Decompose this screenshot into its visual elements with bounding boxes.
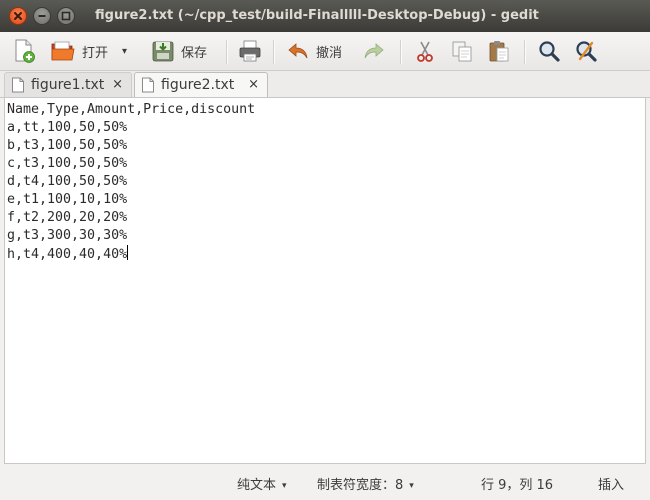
tab-bar: figure1.txt × figure2.txt ×	[0, 71, 650, 98]
cursor-position: 行 9，列 16	[481, 478, 554, 493]
text-editor[interactable]: Name,Type,Amount,Price,discount a,tt,100…	[4, 97, 646, 464]
text-line[interactable]: d,t4,100,50,50%	[7, 173, 127, 191]
printer-icon	[239, 40, 261, 62]
maximize-window-button[interactable]	[57, 7, 75, 25]
open-label: 打开	[82, 45, 109, 61]
tab-width-menu[interactable]: 制表符宽度：8 ▾	[317, 474, 414, 493]
toolbar-separator	[273, 40, 275, 64]
maximize-icon	[61, 11, 71, 21]
new-document-button[interactable]	[12, 38, 36, 64]
open-recent-dropdown[interactable]: ▾	[122, 38, 127, 64]
search-icon	[539, 41, 560, 62]
replace-button[interactable]	[574, 38, 598, 64]
save-icon	[152, 41, 174, 62]
text-line[interactable]: c,t3,100,50,50%	[7, 155, 127, 173]
status-bar: 纯文本 ▾ 制表符宽度：8 ▾ 行 9，列 16 插入	[0, 466, 650, 500]
tab-figure1[interactable]: figure1.txt ×	[4, 72, 132, 97]
chevron-down-icon: ▾	[409, 481, 414, 491]
undo-label: 撤消	[316, 45, 343, 61]
text-file-icon	[142, 77, 154, 93]
redo-icon	[364, 43, 384, 59]
text-line[interactable]: f,t2,200,20,20%	[7, 209, 127, 227]
text-cursor	[127, 245, 129, 260]
copy-icon	[452, 41, 472, 62]
copy-button[interactable]	[450, 38, 474, 64]
close-tab-icon[interactable]: ×	[112, 77, 123, 92]
tab-label: figure1.txt	[31, 77, 105, 93]
toolbar: 打开 ▾ 保存 撤消	[0, 32, 650, 71]
close-icon	[14, 12, 22, 20]
toolbar-separator	[226, 40, 228, 64]
open-button[interactable]: 打开	[50, 38, 108, 64]
find-button[interactable]	[537, 38, 561, 64]
toolbar-separator	[524, 40, 526, 64]
text-line[interactable]: a,tt,100,50,50%	[7, 119, 127, 137]
redo-button[interactable]	[362, 38, 386, 64]
open-folder-icon	[51, 41, 75, 61]
print-button[interactable]	[238, 38, 262, 64]
save-button[interactable]: 保存	[151, 38, 207, 64]
text-line[interactable]: g,t3,300,30,30%	[7, 227, 127, 245]
close-tab-icon[interactable]: ×	[248, 77, 259, 92]
find-replace-icon	[576, 41, 597, 62]
chevron-down-icon: ▾	[122, 45, 128, 57]
minimize-window-button[interactable]	[33, 7, 51, 25]
text-line[interactable]: b,t3,100,50,50%	[7, 137, 127, 155]
chevron-down-icon: ▾	[282, 481, 287, 491]
save-label: 保存	[181, 45, 208, 61]
syntax-label: 纯文本	[237, 478, 277, 493]
clipboard-icon	[489, 41, 509, 62]
undo-icon	[288, 43, 308, 59]
text-line: h,t4,400,40,40%	[7, 247, 128, 262]
window-title: figure2.txt (~/cpp_test/build-Finalllll-…	[95, 8, 539, 23]
paste-button[interactable]	[487, 38, 511, 64]
undo-button[interactable]: 撤消	[286, 38, 342, 64]
insert-mode-indicator: 插入	[598, 478, 625, 493]
tab-figure2[interactable]: figure2.txt ×	[134, 72, 268, 98]
new-document-icon	[15, 39, 35, 63]
tab-label: figure2.txt	[161, 77, 235, 93]
close-window-button[interactable]	[9, 7, 27, 25]
text-line-cursor[interactable]: h,t4,400,40,40%	[7, 245, 129, 263]
tab-width-label: 制表符宽度：8	[317, 478, 404, 493]
scissors-icon	[417, 41, 433, 62]
minimize-icon	[38, 15, 46, 17]
title-bar[interactable]: figure2.txt (~/cpp_test/build-Finalllll-…	[0, 0, 650, 32]
syntax-highlight-menu[interactable]: 纯文本 ▾	[237, 474, 287, 493]
text-line[interactable]: Name,Type,Amount,Price,discount	[7, 101, 255, 119]
toolbar-separator	[400, 40, 402, 64]
cut-button[interactable]	[413, 38, 437, 64]
text-line[interactable]: e,t1,100,10,10%	[7, 191, 127, 209]
text-file-icon	[12, 77, 24, 93]
